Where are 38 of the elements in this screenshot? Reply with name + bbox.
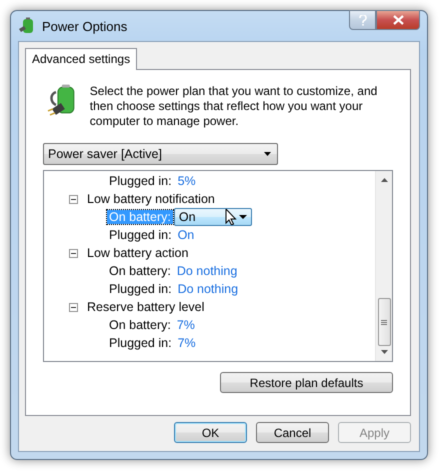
setting-value-link[interactable]: Do nothing — [178, 282, 238, 296]
dropdown-arrow-icon — [264, 152, 271, 156]
setting-value-link[interactable]: Do nothing — [176, 264, 238, 278]
setting-label[interactable]: Plugged in: — [107, 336, 174, 350]
setting-value-link[interactable]: 7% — [178, 336, 196, 350]
setting-group-label[interactable]: Low battery notification — [87, 192, 215, 206]
setting-group-label[interactable]: Low battery action — [87, 246, 188, 260]
scroll-up-icon — [380, 178, 388, 182]
close-button[interactable] — [376, 10, 420, 30]
grip-icon — [381, 320, 387, 324]
close-icon — [392, 15, 404, 25]
help-button[interactable] — [349, 10, 376, 30]
scroll-down-icon — [380, 350, 388, 354]
collapse-toggle-icon[interactable] — [69, 248, 78, 258]
tab[interactable]: Advanced settings — [25, 48, 138, 70]
battery-plug-icon — [18, 17, 36, 35]
setting-value-link[interactable]: 7% — [176, 318, 195, 332]
setting-label[interactable]: Plugged in: — [107, 228, 174, 242]
help-icon — [358, 14, 366, 26]
scrollbar[interactable] — [375, 171, 392, 361]
setting-value-link[interactable]: On — [178, 228, 194, 242]
setting-label[interactable]: Plugged in: — [107, 282, 174, 296]
plan-dropdown[interactable]: Power saver [Active] — [43, 143, 278, 165]
collapse-toggle-icon[interactable] — [69, 194, 78, 204]
instructions-text: Select the power plan that you want to customize, and then choose settings that reflect how you want your computer to manage power. — [90, 84, 378, 129]
pointer-cursor-icon — [224, 209, 250, 225]
restore-defaults-button[interactable]: Restore plan defaults — [220, 372, 393, 393]
setting-group-label[interactable]: Reserve battery level — [87, 300, 204, 314]
setting-label[interactable]: Plugged in: — [107, 174, 174, 188]
window-title: Power Options — [42, 18, 128, 34]
collapse-toggle-icon[interactable] — [69, 302, 78, 312]
setting-value-link[interactable]: 5% — [178, 174, 196, 188]
setting-label[interactable]: On battery: — [107, 318, 173, 332]
dialog-button[interactable]: Cancel — [256, 422, 329, 443]
setting-label[interactable]: On battery: — [107, 264, 173, 278]
dialog-button[interactable]: OK — [174, 422, 247, 443]
value-dropdown[interactable]: On — [174, 208, 252, 226]
scroll-thumb[interactable] — [378, 298, 390, 346]
